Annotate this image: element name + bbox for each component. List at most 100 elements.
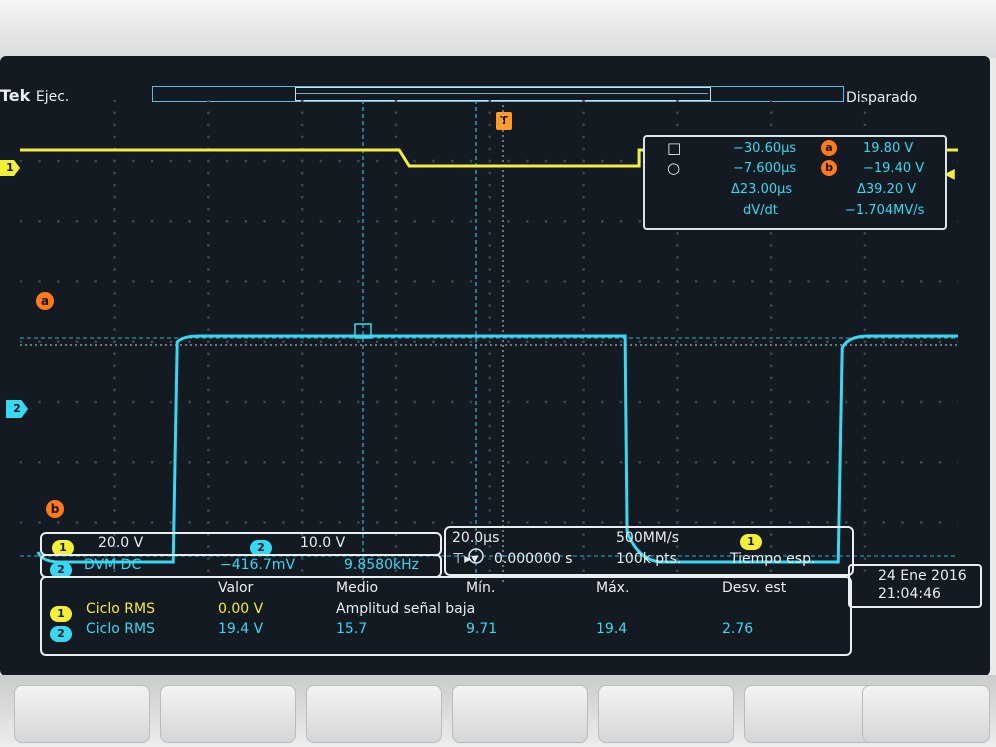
grid-dot bbox=[244, 280, 248, 283]
grid-dot bbox=[488, 521, 491, 524]
grid-dot bbox=[207, 509, 210, 512]
meas-row2-max: 19.4 bbox=[596, 621, 628, 637]
grid-dot bbox=[488, 424, 491, 428]
softkey-6[interactable] bbox=[744, 685, 880, 743]
grid-dot bbox=[394, 461, 398, 464]
timebase-scale[interactable]: 20.0µs bbox=[452, 530, 499, 546]
meas-row2-badge: 2 bbox=[50, 626, 72, 642]
cursor-b-marker[interactable]: b bbox=[46, 500, 64, 518]
cursor-delta-v: Δ39.20 V bbox=[857, 182, 917, 197]
grid-dot bbox=[638, 521, 642, 524]
grid-dot bbox=[676, 388, 679, 392]
softkey-5[interactable] bbox=[598, 685, 734, 743]
header-min: Mín. bbox=[466, 580, 496, 596]
grid-dot bbox=[657, 400, 660, 404]
grid-dot bbox=[394, 400, 398, 404]
grid-dot bbox=[207, 159, 210, 163]
grid-dot bbox=[207, 135, 210, 139]
trigger-source-badge: 1 bbox=[740, 534, 762, 550]
meas-row2-name[interactable]: Ciclo RMS bbox=[86, 621, 155, 637]
grid-dot bbox=[207, 316, 210, 319]
grid-dot bbox=[207, 123, 210, 127]
grid-dot bbox=[450, 400, 454, 404]
grid-dot bbox=[207, 207, 210, 211]
grid-dot bbox=[713, 521, 717, 524]
grid-dot bbox=[282, 340, 285, 343]
grid-dot bbox=[150, 340, 154, 343]
grid-dot bbox=[863, 316, 867, 319]
grid-dot bbox=[863, 388, 867, 392]
grid-dot bbox=[282, 159, 285, 163]
grid-dot bbox=[113, 316, 116, 319]
grid-dot bbox=[769, 280, 773, 283]
cursor-a-marker[interactable]: a bbox=[36, 292, 54, 310]
grid-dot bbox=[413, 400, 416, 404]
grid-dot bbox=[488, 436, 491, 440]
grid-dot bbox=[57, 280, 60, 283]
meas-row1-name[interactable]: Ciclo RMS bbox=[86, 601, 155, 617]
grid-dot bbox=[394, 220, 398, 223]
meas-row1-medio: Amplitud señal baja bbox=[336, 601, 476, 617]
grid-dot bbox=[601, 220, 604, 223]
grid-dot bbox=[169, 159, 173, 163]
grid-dot bbox=[94, 280, 98, 283]
grid-dot bbox=[807, 461, 810, 464]
grid-dot bbox=[769, 352, 773, 356]
grid-dot bbox=[694, 400, 698, 404]
grid-dot bbox=[432, 280, 435, 283]
grid-dot bbox=[375, 159, 379, 163]
softkey-1[interactable] bbox=[14, 685, 150, 743]
grid-dot bbox=[57, 159, 60, 163]
record-view-window[interactable] bbox=[295, 87, 711, 101]
softkey-7[interactable] bbox=[862, 685, 990, 743]
grid-dot bbox=[713, 461, 717, 464]
grid-dot bbox=[282, 521, 285, 524]
grid-dot bbox=[94, 340, 98, 343]
grid-dot bbox=[582, 521, 585, 524]
grid-dot bbox=[207, 292, 210, 295]
grid-dot bbox=[113, 436, 116, 440]
trigger-mode[interactable]: Tiempo esp. bbox=[730, 551, 815, 567]
grid-dot bbox=[132, 400, 135, 404]
grid-dot bbox=[169, 461, 173, 464]
grid-dot bbox=[601, 461, 604, 464]
grid-dot bbox=[113, 135, 116, 139]
grid-dot bbox=[207, 461, 210, 464]
grid-dot bbox=[150, 220, 154, 223]
meas-row2-valor: 19.4 V bbox=[218, 621, 264, 637]
trigger-position[interactable]: 0.000000 s bbox=[494, 551, 573, 567]
grid-dot bbox=[413, 220, 416, 223]
grid-dot bbox=[901, 461, 904, 464]
softkey-3[interactable] bbox=[306, 685, 442, 743]
grid-dot bbox=[113, 100, 116, 102]
grid-dot bbox=[113, 340, 116, 343]
grid-dot bbox=[207, 364, 210, 368]
ch1-ground-marker[interactable]: 1 bbox=[0, 160, 20, 176]
grid-dot bbox=[394, 473, 398, 476]
grid-dot bbox=[300, 521, 304, 524]
ch2-scale[interactable]: 10.0 V bbox=[300, 535, 345, 551]
grid-dot bbox=[676, 340, 679, 343]
grid-dot bbox=[300, 304, 304, 307]
grid-dot bbox=[113, 232, 116, 235]
grid-dot bbox=[844, 280, 848, 283]
grid-dot bbox=[75, 220, 79, 223]
grid-dot bbox=[20, 220, 22, 223]
grid-dot bbox=[563, 159, 567, 163]
ch1-scale[interactable]: 20.0 V bbox=[98, 535, 143, 551]
grid-dot bbox=[769, 448, 773, 452]
grid-dot bbox=[619, 521, 623, 524]
grid-dot bbox=[207, 376, 210, 380]
grid-dot bbox=[807, 521, 810, 524]
softkey-2[interactable] bbox=[160, 685, 296, 743]
grid-dot bbox=[263, 461, 266, 464]
grid-dot bbox=[582, 304, 585, 307]
grid-dot bbox=[526, 461, 529, 464]
grid-dot bbox=[676, 352, 679, 356]
softkey-4[interactable] bbox=[452, 685, 588, 743]
grid-dot bbox=[300, 111, 304, 115]
grid-dot bbox=[769, 521, 773, 524]
grid-dot bbox=[413, 521, 416, 524]
grid-dot bbox=[38, 461, 41, 464]
grid-dot bbox=[207, 232, 210, 235]
